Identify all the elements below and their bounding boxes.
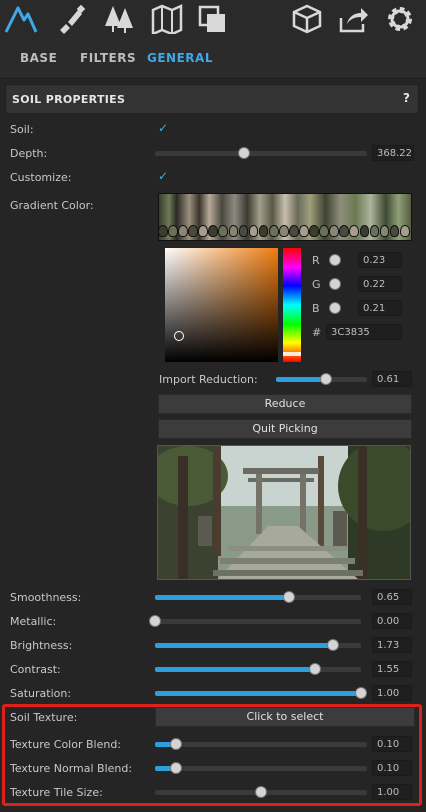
hex-value[interactable]: 3C3835: [326, 324, 402, 340]
material-label: Saturation:: [10, 687, 72, 700]
material-slider-thumb[interactable]: [149, 615, 161, 627]
g-value[interactable]: 0.22: [358, 276, 402, 292]
share-icon[interactable]: [336, 2, 370, 36]
material-value[interactable]: 1.00: [372, 685, 412, 701]
material-label: Metallic:: [10, 615, 57, 628]
import-reduction-thumb[interactable]: [320, 373, 333, 385]
g-slider-thumb[interactable]: [329, 278, 341, 290]
material-slider-fill: [155, 595, 289, 600]
r-slider-thumb[interactable]: [329, 254, 341, 266]
import-reduction-slider[interactable]: [276, 373, 367, 385]
trees-icon[interactable]: [102, 2, 136, 36]
depth-label: Depth:: [10, 147, 48, 160]
import-reduction-fill: [276, 377, 327, 382]
gradient-stop[interactable]: [399, 225, 410, 237]
gradient-color-label: Gradient Color:: [10, 199, 94, 212]
r-label: R: [312, 254, 320, 267]
material-slider-fill: [155, 643, 334, 648]
material-value[interactable]: 0.00: [372, 613, 412, 629]
section-title: SOIL PROPERTIES: [12, 93, 126, 106]
material-label: Smoothness:: [10, 591, 82, 604]
b-label: B: [312, 302, 320, 315]
material-label: Contrast:: [10, 663, 61, 676]
depth-slider-thumb[interactable]: [238, 147, 251, 159]
material-slider-thumb[interactable]: [355, 687, 367, 699]
soil-checkbox[interactable]: ✓: [158, 121, 168, 135]
gradient-stops[interactable]: [158, 225, 410, 239]
tab-filters[interactable]: FILTERS: [80, 51, 136, 65]
g-label: G: [312, 278, 321, 291]
r-value[interactable]: 0.23: [358, 252, 402, 268]
gear-icon[interactable]: [383, 2, 417, 36]
material-value[interactable]: 0.65: [372, 589, 412, 605]
material-label: Brightness:: [10, 639, 73, 652]
gradient-stop[interactable]: [238, 225, 249, 237]
reduce-button[interactable]: Reduce: [158, 394, 412, 414]
gradient-stop[interactable]: [248, 225, 259, 237]
b-value[interactable]: 0.21: [358, 300, 402, 316]
hex-label: #: [312, 326, 322, 339]
material-slider[interactable]: [155, 663, 361, 675]
material-slider-thumb[interactable]: [327, 639, 340, 651]
material-slider-fill: [155, 691, 361, 696]
hue-marker[interactable]: [283, 352, 301, 356]
hue-slider[interactable]: [283, 248, 301, 362]
gradient-stop[interactable]: [268, 225, 279, 237]
depth-slider[interactable]: [155, 147, 367, 159]
gradient-stop[interactable]: [329, 225, 340, 237]
brush-icon[interactable]: [54, 2, 88, 36]
gradient-stop[interactable]: [208, 225, 219, 237]
material-slider-thumb[interactable]: [308, 663, 321, 675]
material-slider[interactable]: [149, 615, 361, 627]
b-slider-thumb[interactable]: [329, 302, 341, 314]
gradient-stop[interactable]: [168, 225, 178, 237]
material-value[interactable]: 1.73: [372, 637, 412, 653]
gradient-stop[interactable]: [389, 225, 400, 237]
cube-icon[interactable]: [290, 2, 324, 36]
soil-label: Soil:: [10, 123, 34, 136]
top-toolbar: [0, 0, 426, 38]
gradient-stop[interactable]: [278, 225, 289, 237]
material-slider[interactable]: [155, 687, 367, 699]
gradient-stop[interactable]: [228, 225, 239, 237]
gradient-stop[interactable]: [188, 225, 198, 237]
depth-value[interactable]: 368.22: [372, 145, 414, 161]
gradient-stop[interactable]: [198, 225, 208, 237]
quit-picking-button[interactable]: Quit Picking: [158, 419, 412, 439]
gradient-stop[interactable]: [319, 225, 329, 237]
import-reduction-value[interactable]: 0.61: [372, 371, 412, 387]
highlight-box: [2, 704, 422, 806]
customize-checkbox[interactable]: ✓: [158, 169, 168, 183]
layers-icon[interactable]: [196, 2, 230, 36]
help-icon[interactable]: ?: [403, 91, 410, 105]
material-slider[interactable]: [155, 591, 361, 603]
import-reduction-label: Import Reduction:: [159, 373, 258, 386]
gradient-stop[interactable]: [359, 225, 370, 237]
gradient-stop[interactable]: [339, 225, 350, 237]
material-slider-thumb[interactable]: [282, 591, 295, 603]
gradient-stop[interactable]: [299, 225, 309, 237]
tab-bar: BASE FILTERS GENERAL: [0, 38, 426, 79]
material-slider-fill: [155, 667, 315, 672]
section-header[interactable]: SOIL PROPERTIES ?: [5, 84, 419, 114]
material-value[interactable]: 1.55: [372, 661, 412, 677]
reference-image[interactable]: [157, 445, 411, 580]
gradient-stop[interactable]: [309, 225, 319, 237]
tab-base[interactable]: BASE: [20, 51, 57, 65]
gradient-stop[interactable]: [218, 225, 229, 237]
gradient-stop[interactable]: [289, 225, 299, 237]
gradient-stop[interactable]: [178, 225, 188, 237]
map-icon[interactable]: [150, 2, 184, 36]
terrain-icon[interactable]: [4, 2, 38, 36]
gradient-stop[interactable]: [349, 225, 360, 237]
material-slider[interactable]: [155, 639, 361, 651]
gradient-stop[interactable]: [158, 225, 168, 237]
gradient-stop[interactable]: [379, 225, 390, 237]
color-picker-cursor[interactable]: [174, 331, 184, 341]
gradient-stop[interactable]: [369, 225, 380, 237]
tab-general[interactable]: GENERAL: [147, 51, 213, 65]
gradient-stop[interactable]: [258, 225, 269, 237]
color-picker-field[interactable]: [165, 248, 278, 362]
customize-label: Customize:: [10, 171, 72, 184]
